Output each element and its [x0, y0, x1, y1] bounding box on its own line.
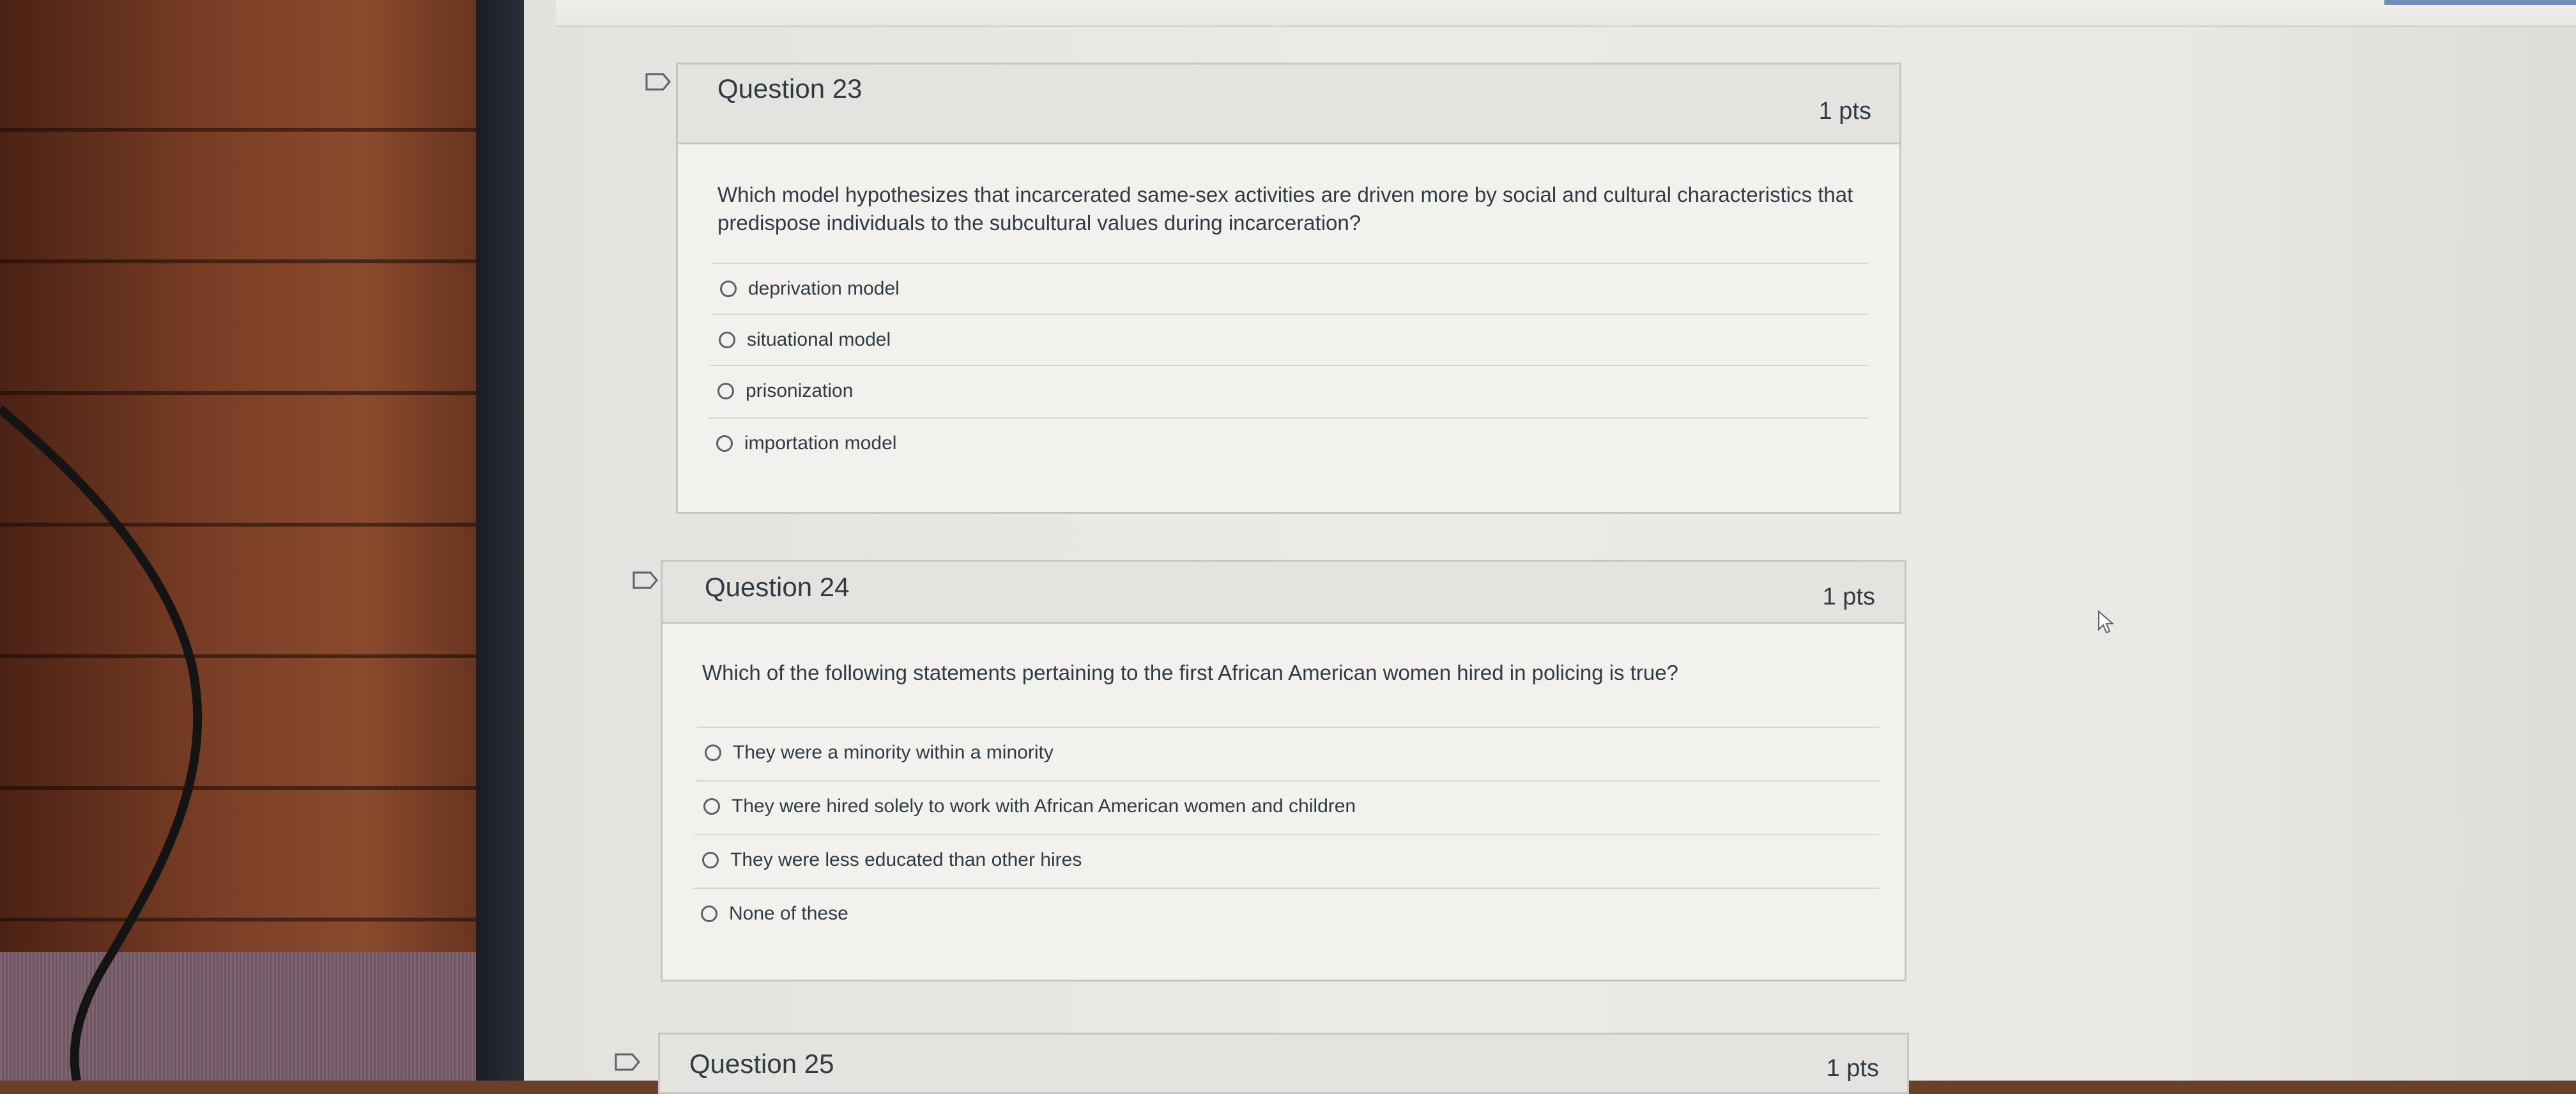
top-toolbar-strip — [556, 0, 2576, 27]
question-24-header: Question 24 1 pts — [663, 562, 1905, 624]
radio-button[interactable] — [717, 383, 734, 399]
cable-icon — [0, 405, 203, 1081]
answer-label: importation model — [744, 433, 897, 454]
question-25-card: Question 25 1 pts — [658, 1033, 1909, 1094]
answer-label: They were hired solely to work with Afri… — [732, 796, 1356, 817]
answer-label: They were less educated than other hires — [730, 849, 1082, 870]
radio-button[interactable] — [720, 281, 737, 297]
answer-option[interactable]: They were a minority within a minority — [697, 727, 1879, 778]
radio-button[interactable] — [702, 852, 719, 868]
answer-label: prisonization — [746, 380, 854, 401]
question-24-card: Question 24 1 pts Which of the following… — [661, 560, 1906, 982]
question-25-header: Question 25 1 pts — [660, 1035, 1907, 1092]
question-24-title: Question 24 — [705, 572, 850, 602]
radio-button[interactable] — [719, 332, 735, 348]
question-23-text: Which model hypothesizes that incarcerat… — [717, 183, 1853, 235]
radio-button[interactable] — [716, 435, 733, 452]
question-23-points: 1 pts — [1818, 98, 1871, 125]
flag-question-25-icon[interactable] — [615, 1053, 640, 1071]
question-25-points: 1 pts — [1826, 1055, 1879, 1082]
answer-option[interactable]: None of these — [693, 888, 1879, 939]
answer-label: They were a minority within a minority — [733, 742, 1054, 763]
answer-option[interactable]: situational model — [711, 314, 1869, 365]
mouse-cursor-icon — [2098, 610, 2114, 634]
top-accent-bar — [2384, 0, 2576, 5]
flag-question-23-icon[interactable] — [645, 73, 671, 91]
question-23-header: Question 23 1 pts — [678, 65, 1899, 144]
question-24-points: 1 pts — [1822, 583, 1875, 610]
flag-question-24-icon[interactable] — [632, 571, 658, 589]
answer-label: None of these — [729, 903, 848, 924]
answer-label: situational model — [747, 329, 891, 350]
answer-option[interactable]: prisonization — [710, 365, 1869, 416]
answer-option[interactable]: They were hired solely to work with Afri… — [696, 780, 1879, 831]
radio-button[interactable] — [705, 744, 721, 761]
question-23-title: Question 23 — [717, 73, 862, 104]
radio-button[interactable] — [701, 905, 717, 922]
question-25-title: Question 25 — [689, 1049, 834, 1079]
radio-button[interactable] — [703, 798, 720, 815]
answer-option[interactable]: importation model — [709, 417, 1869, 468]
answer-option[interactable]: deprivation model — [712, 263, 1869, 314]
answer-option[interactable]: They were less educated than other hires — [694, 834, 1879, 885]
answer-label: deprivation model — [748, 278, 900, 299]
question-24-text: Which of the following statements pertai… — [702, 661, 1678, 684]
question-23-card: Question 23 1 pts Which model hypothesiz… — [676, 63, 1901, 514]
